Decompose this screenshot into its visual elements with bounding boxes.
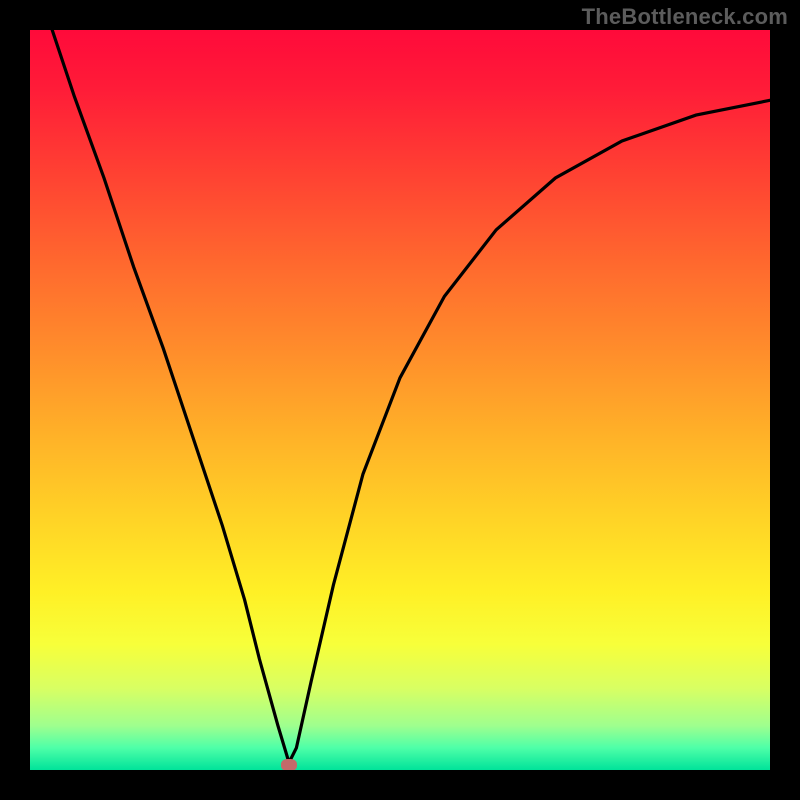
plot-area [30, 30, 770, 770]
minimum-marker [281, 759, 297, 770]
watermark-text: TheBottleneck.com [582, 4, 788, 30]
curve-svg [30, 30, 770, 770]
bottleneck-curve-path [52, 30, 770, 763]
chart-frame: TheBottleneck.com [0, 0, 800, 800]
